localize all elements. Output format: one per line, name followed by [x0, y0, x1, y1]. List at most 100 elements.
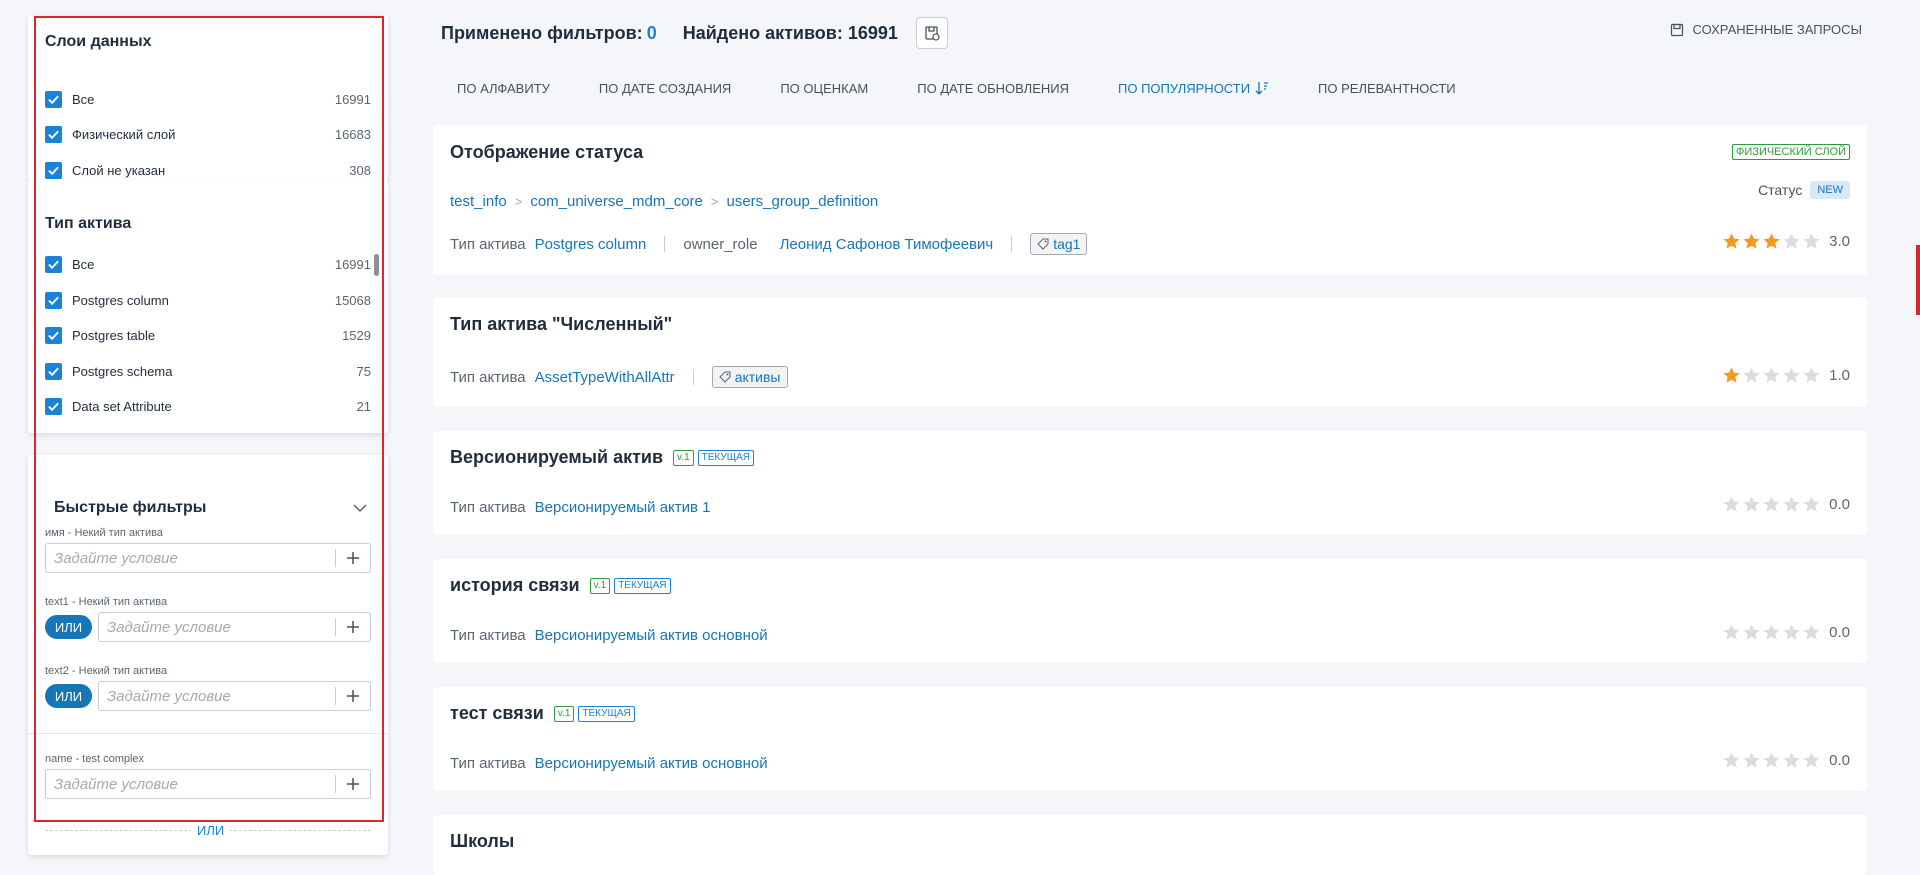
chevron-down-icon[interactable] — [350, 498, 370, 518]
saved-queries-link[interactable]: СОХРАНЕННЫЕ ЗАПРОСЫ — [1670, 22, 1862, 37]
asset-type-filter-all[interactable]: Все 16991 — [45, 252, 371, 276]
asset-card[interactable]: Школы — [433, 815, 1867, 875]
breadcrumb-item[interactable]: users_group_definition — [726, 193, 878, 210]
star-icon[interactable] — [1742, 751, 1761, 770]
owner-person-link[interactable]: Леонид Сафонов Тимофеевич — [780, 236, 994, 253]
or-toggle-button[interactable]: ИЛИ — [45, 684, 92, 708]
rating-stars[interactable] — [1721, 751, 1821, 770]
condition-placeholder: Задайте условие — [54, 775, 178, 793]
checkbox-checked-icon[interactable] — [45, 255, 62, 273]
rating-stars[interactable] — [1721, 366, 1821, 385]
tag-chip[interactable]: активы — [711, 366, 788, 388]
asset-rating[interactable]: 1.0 — [1721, 366, 1850, 385]
asset-rating[interactable]: 0.0 — [1721, 495, 1850, 514]
sort-tab-relevance[interactable]: ПО РЕЛЕВАНТНОСТИ — [1302, 77, 1472, 99]
checkbox-checked-icon[interactable] — [45, 161, 62, 179]
star-icon[interactable] — [1762, 751, 1781, 770]
asset-card[interactable]: тест связи v.1 ТЕКУЩАЯ Тип актива Версио… — [433, 687, 1867, 791]
asset-card[interactable]: Тип актива "Численный" Тип актива AssetT… — [433, 297, 1867, 407]
sort-tab-alphabet[interactable]: ПО АЛФАВИТУ — [441, 77, 566, 99]
asset-status: Статус NEW — [1758, 181, 1850, 199]
quick-filter-condition-input[interactable]: Задайте условие — [45, 769, 371, 799]
sort-tab-updated[interactable]: ПО ДАТЕ ОБНОВЛЕНИЯ — [901, 77, 1085, 99]
checkbox-checked-icon[interactable] — [45, 291, 62, 309]
asset-card[interactable]: Версионируемый актив v.1 ТЕКУЩАЯ Тип акт… — [433, 431, 1867, 535]
layer-filter-all[interactable]: Все 16991 — [45, 87, 371, 111]
asset-title[interactable]: тест связи — [450, 703, 544, 724]
star-icon[interactable] — [1782, 751, 1801, 770]
asset-rating[interactable]: 3.0 — [1721, 232, 1850, 251]
applied-filters-count[interactable]: 0 — [647, 23, 657, 44]
star-icon[interactable] — [1782, 495, 1801, 514]
star-icon[interactable] — [1802, 232, 1821, 251]
asset-title[interactable]: Тип актива "Численный" — [450, 314, 672, 335]
star-icon[interactable] — [1782, 366, 1801, 385]
asset-type-filter-postgres-column[interactable]: Postgres column 15068 — [45, 288, 371, 312]
checkbox-checked-icon[interactable] — [45, 397, 62, 415]
rating-stars[interactable] — [1721, 495, 1821, 514]
sort-tab-created[interactable]: ПО ДАТЕ СОЗДАНИЯ — [583, 77, 747, 99]
star-icon[interactable] — [1742, 495, 1761, 514]
add-condition-button[interactable] — [336, 620, 370, 634]
star-icon[interactable] — [1802, 623, 1821, 642]
star-icon[interactable] — [1742, 232, 1761, 251]
add-condition-button[interactable] — [336, 777, 370, 791]
star-icon[interactable] — [1762, 232, 1781, 251]
asset-title[interactable]: Школы — [450, 831, 514, 852]
star-icon[interactable] — [1762, 495, 1781, 514]
add-condition-button[interactable] — [336, 551, 370, 565]
asset-type-link[interactable]: Версионируемый актив основной — [535, 627, 768, 644]
star-icon[interactable] — [1722, 623, 1741, 642]
checkbox-checked-icon[interactable] — [45, 326, 62, 344]
star-icon[interactable] — [1782, 232, 1801, 251]
asset-type-key: Тип актива — [450, 235, 526, 253]
chevron-right-icon: > — [514, 194, 523, 209]
quick-filters-header[interactable]: Быстрые фильтры — [54, 495, 370, 521]
quick-filter-condition-input[interactable]: Задайте условие — [45, 543, 371, 573]
star-icon[interactable] — [1762, 366, 1781, 385]
asset-rating[interactable]: 0.0 — [1721, 623, 1850, 642]
star-icon[interactable] — [1762, 623, 1781, 642]
star-icon[interactable] — [1802, 751, 1821, 770]
checkbox-checked-icon[interactable] — [45, 90, 62, 108]
asset-title[interactable]: история связи — [450, 575, 580, 596]
star-icon[interactable] — [1782, 623, 1801, 642]
asset-rating[interactable]: 0.0 — [1721, 751, 1850, 770]
asset-type-link[interactable]: Версионируемый актив основной — [535, 755, 768, 772]
sort-tab-popularity[interactable]: ПО ПОПУЛЯРНОСТИ — [1102, 77, 1285, 99]
layer-filter-physical[interactable]: Физический слой 16683 — [45, 122, 371, 146]
asset-type-filter-postgres-table[interactable]: Postgres table 1529 — [45, 323, 371, 347]
quick-filter-condition-input[interactable]: Задайте условие — [98, 612, 371, 642]
star-icon[interactable] — [1742, 623, 1761, 642]
add-condition-button[interactable] — [336, 689, 370, 703]
checkbox-checked-icon[interactable] — [45, 125, 62, 143]
checkbox-checked-icon[interactable] — [45, 362, 62, 380]
asset-types-scrollbar[interactable] — [374, 254, 379, 276]
or-toggle-button[interactable]: ИЛИ — [45, 615, 92, 639]
quick-filter-condition-input[interactable]: Задайте условие — [98, 681, 371, 711]
star-icon[interactable] — [1802, 366, 1821, 385]
star-icon[interactable] — [1722, 495, 1741, 514]
asset-title[interactable]: Версионируемый актив — [450, 447, 663, 468]
rating-stars[interactable] — [1721, 623, 1821, 642]
asset-type-filter-dataset-attribute[interactable]: Data set Attribute 21 — [45, 394, 371, 418]
save-query-button[interactable] — [915, 17, 948, 49]
asset-title[interactable]: Отображение статуса — [450, 142, 643, 163]
star-icon[interactable] — [1722, 751, 1741, 770]
asset-type-link[interactable]: Postgres column — [535, 236, 647, 253]
asset-card[interactable]: история связи v.1 ТЕКУЩАЯ Тип актива Вер… — [433, 559, 1867, 663]
breadcrumb-item[interactable]: test_info — [450, 193, 507, 210]
layer-filter-unspecified[interactable]: Слой не указан 308 — [45, 158, 371, 182]
rating-stars[interactable] — [1721, 232, 1821, 251]
asset-type-link[interactable]: Версионируемый актив 1 — [535, 499, 711, 516]
sort-tab-rating[interactable]: ПО ОЦЕНКАМ — [764, 77, 884, 99]
star-icon[interactable] — [1802, 495, 1821, 514]
breadcrumb-item[interactable]: com_universe_mdm_core — [530, 193, 703, 210]
asset-type-link[interactable]: AssetTypeWithAllAttr — [535, 369, 675, 386]
asset-type-filter-postgres-schema[interactable]: Postgres schema 75 — [45, 359, 371, 383]
star-icon[interactable] — [1722, 232, 1741, 251]
star-icon[interactable] — [1722, 366, 1741, 385]
star-icon[interactable] — [1742, 366, 1761, 385]
asset-card[interactable]: Отображение статуса ФИЗИЧЕСКИЙ СЛОЙ Стат… — [433, 125, 1867, 275]
tag-chip[interactable]: tag1 — [1030, 233, 1088, 255]
